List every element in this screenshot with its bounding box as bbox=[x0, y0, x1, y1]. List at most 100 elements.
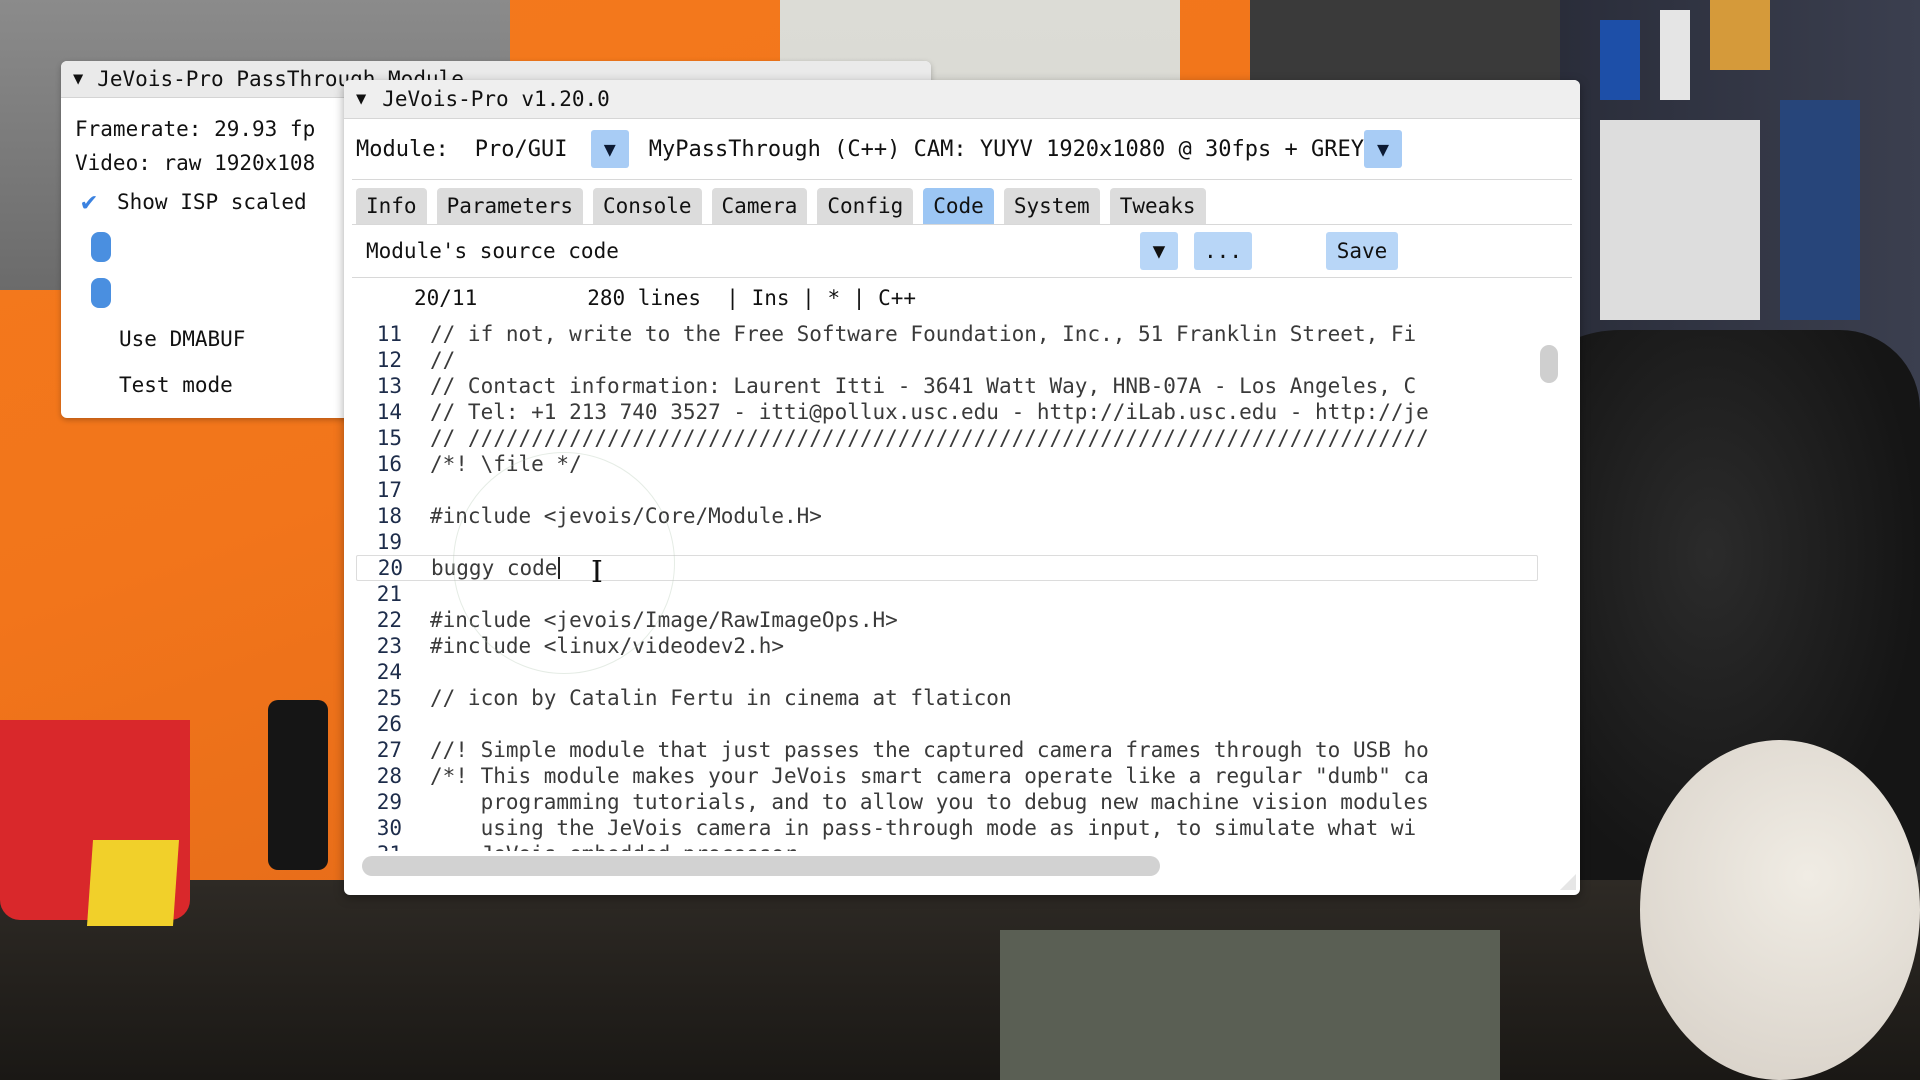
line-number: 16 bbox=[376, 452, 402, 476]
code-text: // icon by Catalin Fertu in cinema at fl… bbox=[430, 686, 1012, 710]
line-number: 13 bbox=[376, 374, 402, 398]
window-resize-grip[interactable] bbox=[1560, 874, 1576, 890]
source-file-select[interactable]: Module's source code bbox=[366, 239, 1140, 263]
code-text: buggy code bbox=[431, 556, 558, 580]
ibeam-cursor-icon: I bbox=[591, 555, 603, 590]
edit-mode: Ins bbox=[751, 286, 790, 310]
module-desc-combo[interactable]: MyPassThrough (C++) CAM: YUYV 1920x1080 … bbox=[649, 137, 1364, 162]
code-toolbar: Module's source code ▼ ... Save bbox=[344, 225, 1580, 277]
test-mode-label: Test mode bbox=[119, 373, 233, 397]
code-line[interactable]: 22 #include <jevois/Image/RawImageOps.H> bbox=[356, 607, 1538, 633]
slider-handle[interactable] bbox=[91, 278, 111, 308]
tab-console[interactable]: Console bbox=[593, 188, 702, 224]
code-text: // Contact information: Laurent Itti - 3… bbox=[430, 374, 1417, 398]
main-window-title-bar[interactable]: ▼ JeVois-Pro v1.20.0 bbox=[344, 80, 1580, 119]
code-text: //! Simple module that just passes the c… bbox=[430, 738, 1429, 762]
code-text: // /////////////////////////////////////… bbox=[430, 426, 1429, 450]
binder bbox=[1660, 10, 1690, 100]
floor bbox=[1000, 930, 1500, 1080]
tab-info[interactable]: Info bbox=[356, 188, 427, 224]
code-line[interactable]: 12 // bbox=[356, 347, 1538, 373]
code-line[interactable]: 16 /*! \file */ bbox=[356, 451, 1538, 477]
cursor-position: 20/11 bbox=[414, 286, 478, 310]
collapse-triangle-icon[interactable]: ▼ bbox=[73, 69, 83, 89]
show-isp-label: Show ISP scaled bbox=[117, 190, 307, 214]
line-number: 20 bbox=[377, 556, 403, 580]
code-text: #include <linux/videodev2.h> bbox=[430, 634, 785, 658]
books bbox=[1780, 100, 1860, 320]
vertical-scrollbar-thumb[interactable] bbox=[1540, 345, 1558, 383]
tab-bar: Info Parameters Console Camera Config Co… bbox=[344, 180, 1580, 224]
code-line[interactable]: 27 //! Simple module that just passes the… bbox=[356, 737, 1538, 763]
code-text: programming tutorials, and to allow you … bbox=[430, 790, 1429, 814]
code-line[interactable]: 17 bbox=[356, 477, 1538, 503]
code-text: #include <jevois/Image/RawImageOps.H> bbox=[430, 608, 898, 632]
line-number: 23 bbox=[376, 634, 402, 658]
text-caret bbox=[558, 557, 561, 579]
code-line[interactable]: 14 // Tel: +1 213 740 3527 - itti@pollux.… bbox=[356, 399, 1538, 425]
checkmark-icon: ✔ bbox=[81, 187, 97, 217]
status-separator: | bbox=[701, 286, 752, 310]
tab-config[interactable]: Config bbox=[817, 188, 914, 224]
tab-system[interactable]: System bbox=[1003, 188, 1100, 224]
code-line[interactable]: 30 using the JeVois camera in pass-throu… bbox=[356, 815, 1538, 841]
line-number: 28 bbox=[376, 764, 402, 788]
module-dropdown-button[interactable]: ▼ bbox=[1363, 130, 1402, 168]
code-line[interactable]: 19 bbox=[356, 529, 1538, 555]
current-code-line[interactable]: 20 buggy code bbox=[356, 555, 1538, 581]
code-text: /*! \file */ bbox=[430, 452, 582, 476]
line-count: 280 lines bbox=[587, 286, 702, 310]
code-text: // bbox=[430, 348, 456, 372]
horizontal-scrollbar-thumb[interactable] bbox=[362, 856, 1160, 876]
code-line[interactable]: 25 // icon by Catalin Fertu in cinema at … bbox=[356, 685, 1538, 711]
collapse-triangle-icon[interactable]: ▼ bbox=[356, 89, 366, 109]
code-text: using the JeVois camera in pass-through … bbox=[430, 816, 1417, 840]
tab-code[interactable]: Code bbox=[923, 188, 994, 224]
framerate-text: Framerate: 29.93 fp bbox=[75, 117, 316, 141]
line-number: 24 bbox=[376, 660, 402, 684]
code-line[interactable]: 18 #include <jevois/Core/Module.H> bbox=[356, 503, 1538, 529]
walkie-talkie bbox=[268, 700, 328, 870]
desk bbox=[0, 880, 1920, 1080]
editor-status-bar: 20/11 280 lines | Ins | * | C++ bbox=[344, 278, 1580, 318]
main-window-title: JeVois-Pro v1.20.0 bbox=[382, 87, 610, 111]
code-line[interactable]: 21 bbox=[356, 581, 1538, 607]
line-number: 18 bbox=[376, 504, 402, 528]
code-line[interactable]: 11 // if not, write to the Free Software … bbox=[356, 321, 1538, 347]
code-line[interactable]: 29 programming tutorials, and to allow y… bbox=[356, 789, 1538, 815]
tab-camera[interactable]: Camera bbox=[711, 188, 808, 224]
code-line[interactable]: 24 bbox=[356, 659, 1538, 685]
code-text: JeVois embedded processor. bbox=[430, 842, 810, 851]
code-text: // if not, write to the Free Software Fo… bbox=[430, 322, 1417, 346]
language-label: C++ bbox=[878, 286, 916, 310]
module-type-combo[interactable]: Pro/GUI bbox=[475, 137, 591, 162]
module-selector-row: Module: Pro/GUI ▼ MyPassThrough (C++) CA… bbox=[344, 119, 1580, 179]
tab-tweaks[interactable]: Tweaks bbox=[1109, 188, 1206, 224]
line-number: 11 bbox=[376, 322, 402, 346]
code-line[interactable]: 23 #include <linux/videodev2.h> bbox=[356, 633, 1538, 659]
code-line[interactable]: 31 JeVois embedded processor. bbox=[356, 841, 1538, 851]
code-line[interactable]: 26 bbox=[356, 711, 1538, 737]
tape-roll bbox=[1640, 740, 1920, 1080]
tab-parameters[interactable]: Parameters bbox=[436, 188, 584, 224]
code-line[interactable]: 28 /*! This module makes your JeVois smar… bbox=[356, 763, 1538, 789]
use-dmabuf-label: Use DMABUF bbox=[119, 327, 246, 351]
line-number: 17 bbox=[376, 478, 402, 502]
code-text: /*! This module makes your JeVois smart … bbox=[430, 764, 1429, 788]
line-number: 31 bbox=[356, 842, 402, 851]
line-number: 21 bbox=[376, 582, 402, 606]
status-separator: | bbox=[840, 286, 879, 310]
code-line[interactable]: 15 // ///////////////////////////////////… bbox=[356, 425, 1538, 451]
save-button[interactable]: Save bbox=[1326, 232, 1398, 270]
code-line[interactable]: 13 // Contact information: Laurent Itti -… bbox=[356, 373, 1538, 399]
code-text: // Tel: +1 213 740 3527 - itti@pollux.us… bbox=[430, 400, 1429, 424]
code-editor[interactable]: 11 // if not, write to the Free Software … bbox=[356, 321, 1538, 851]
line-number: 14 bbox=[376, 400, 402, 424]
more-button[interactable]: ... bbox=[1194, 232, 1252, 270]
line-number: 29 bbox=[376, 790, 402, 814]
line-number: 26 bbox=[376, 712, 402, 736]
module-type-dropdown-button[interactable]: ▼ bbox=[590, 130, 629, 168]
binder bbox=[1600, 20, 1640, 100]
slider-handle[interactable] bbox=[91, 232, 111, 262]
file-dropdown-button[interactable]: ▼ bbox=[1140, 232, 1178, 270]
